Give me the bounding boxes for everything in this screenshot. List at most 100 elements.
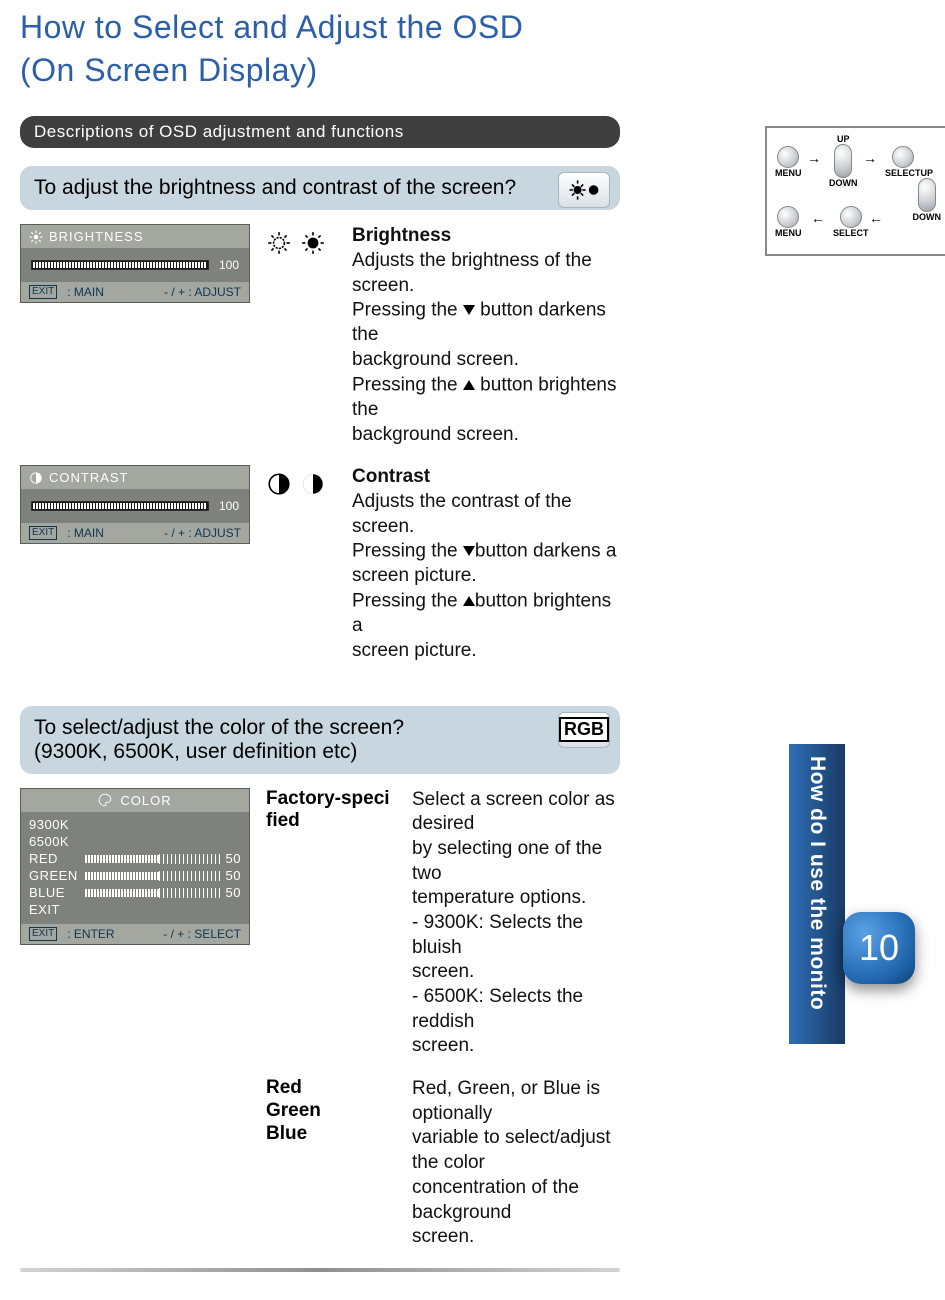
color-osd-title: COLOR <box>120 793 171 808</box>
triangle-down-icon <box>463 546 475 556</box>
divider <box>20 1268 620 1272</box>
brightness-osd-title: BRIGHTNESS <box>49 229 144 244</box>
brightness-l4a: Pressing the <box>352 374 463 395</box>
color-osd-footer-right: - / + : SELECT <box>163 927 241 941</box>
rgb-description: Red, Green, or Blue is optionally variab… <box>412 1077 620 1250</box>
color-osd-green: GREEN <box>29 868 79 883</box>
subhead-color: To select/adjust the color of the screen… <box>20 706 620 774</box>
factory-l4: - 9300K: Selects the bluish <box>412 912 583 958</box>
arrow-left-icon: ← <box>811 210 825 226</box>
contrast-osd-title: CONTRAST <box>49 470 129 485</box>
rgb-label: Red Green Blue <box>266 1077 396 1145</box>
subhead-brightness-contrast: To adjust the brightness and contrast of… <box>20 166 620 210</box>
factory-label-l1: Factory-speci <box>266 788 390 809</box>
contrast-osd-footer-right: - / + : ADJUST <box>164 526 241 540</box>
factory-label-l2: fied <box>266 810 300 831</box>
button-diagram: MENU → UPDOWN → SELECT UPDOWN MENU ← SEL… <box>765 126 945 256</box>
factory-label: Factory-speci fied <box>266 788 396 834</box>
subhead1-text: To adjust the brightness and contrast of… <box>34 176 516 199</box>
factory-l1: Select a screen color as desired <box>412 789 615 835</box>
page-title: How to Select and Adjust the OSD (On Scr… <box>20 6 620 92</box>
side-tab: How do I use the monito <box>789 744 845 1044</box>
contrast-icon <box>29 471 43 485</box>
updown-button-icon <box>834 144 852 178</box>
contrast-heading: Contrast <box>352 465 620 490</box>
title-line2: (On Screen Display) <box>20 52 318 88</box>
contrast-l4a: Pressing the <box>352 590 463 611</box>
rgb-green: Green <box>266 1100 321 1121</box>
factory-l3: temperature options. <box>412 887 586 908</box>
rgb-badge-text: RGB <box>559 717 609 742</box>
triangle-up-icon <box>463 380 475 390</box>
select-button-icon <box>840 206 862 228</box>
page-number: 10 <box>859 927 899 969</box>
brightness-heading: Brightness <box>352 224 620 249</box>
sun-outline-icon <box>266 230 292 256</box>
brightness-l3: background screen. <box>352 349 519 370</box>
sun-icon <box>300 230 326 256</box>
sun-icon <box>29 230 43 244</box>
factory-l7: screen. <box>412 1035 474 1056</box>
contrast-icons <box>266 465 336 497</box>
contrast-osd-panel: CONTRAST 100 EXIT : MAIN - / + : ADJUST <box>20 465 250 544</box>
color-osd-green-val: 50 <box>226 868 241 883</box>
color-osd-9300k: 9300K <box>29 817 69 832</box>
color-osd-footer-left: : ENTER <box>67 927 114 941</box>
rgb-red: Red <box>266 1077 302 1098</box>
brightness-osd-value: 100 <box>219 258 239 272</box>
arrow-right-icon: → <box>807 150 821 166</box>
menu-button-icon <box>777 206 799 228</box>
select-button-icon <box>892 146 914 168</box>
diagram-menu-1: MENU <box>775 168 802 178</box>
rgb-l2: variable to select/adjust the color <box>412 1127 611 1173</box>
subhead2-l1: To select/adjust the color of the screen… <box>34 716 404 739</box>
diagram-up-1: UP <box>837 134 850 144</box>
color-osd-blue-val: 50 <box>226 885 241 900</box>
contrast-l2b: button darkens a <box>475 541 617 562</box>
contrast-description: Contrast Adjusts the contrast of the scr… <box>352 465 620 663</box>
color-osd-blue: BLUE <box>29 885 79 900</box>
title-line1: How to Select and Adjust the OSD <box>20 9 523 45</box>
palette-icon <box>98 793 112 807</box>
contrast-osd-header: CONTRAST <box>21 466 249 489</box>
brightness-l2a: Pressing the <box>352 300 463 321</box>
brightness-osd-panel: BRIGHTNESS 100 EXIT : MAIN - / + : ADJUS… <box>20 224 250 303</box>
side-tab-text: How do I use the monito <box>805 744 829 1010</box>
brightness-osd-footer-right: - / + : ADJUST <box>164 285 241 299</box>
contrast-l5: screen picture. <box>352 640 477 661</box>
rgb-l4: screen. <box>412 1226 474 1247</box>
brightness-l5: background screen. <box>352 424 519 445</box>
contrast-icon <box>300 471 326 497</box>
color-osd-red-val: 50 <box>226 851 241 866</box>
arrow-left-icon: ← <box>869 210 883 226</box>
arrow-right-icon: → <box>863 150 877 166</box>
factory-l5: screen. <box>412 961 474 982</box>
contrast-osd-footer-left: : MAIN <box>67 526 104 540</box>
diagram-select-2: SELECT <box>833 228 869 238</box>
diagram-menu-2: MENU <box>775 228 802 238</box>
contrast-osd-value: 100 <box>219 499 239 513</box>
updown-button-icon <box>918 178 936 212</box>
subhead2-l2: (9300K, 6500K, user definition etc) <box>34 740 357 763</box>
page-number-badge: 10 <box>843 912 915 984</box>
section-bar: Descriptions of OSD adjustment and funct… <box>20 116 620 148</box>
brightness-badge <box>558 172 610 208</box>
brightness-l1: Adjusts the brightness of the screen. <box>352 250 592 296</box>
color-osd-panel: COLOR 9300K 6500K RED 50 GREEN 50 BLUE 50 E… <box>20 788 250 945</box>
brightness-osd-footer-left: : MAIN <box>67 285 104 299</box>
menu-button-icon <box>777 146 799 168</box>
color-osd-header: COLOR <box>21 789 249 812</box>
factory-description: Select a screen color as desired by sele… <box>412 788 620 1060</box>
triangle-up-icon <box>463 596 475 606</box>
contrast-l3: screen picture. <box>352 565 477 586</box>
diagram-down-1: DOWN <box>829 178 858 188</box>
brightness-osd-header: BRIGHTNESS <box>21 225 249 248</box>
factory-l6: - 6500K: Selects the reddish <box>412 986 583 1032</box>
color-osd-6500k: 6500K <box>29 834 69 849</box>
rgb-blue: Blue <box>266 1123 307 1144</box>
rgb-l1: Red, Green, or Blue is optionally <box>412 1078 600 1124</box>
color-osd-exit: EXIT <box>29 902 60 917</box>
brightness-description: Brightness Adjusts the brightness of the… <box>352 224 620 447</box>
triangle-down-icon <box>463 305 475 315</box>
color-osd-red: RED <box>29 851 79 866</box>
